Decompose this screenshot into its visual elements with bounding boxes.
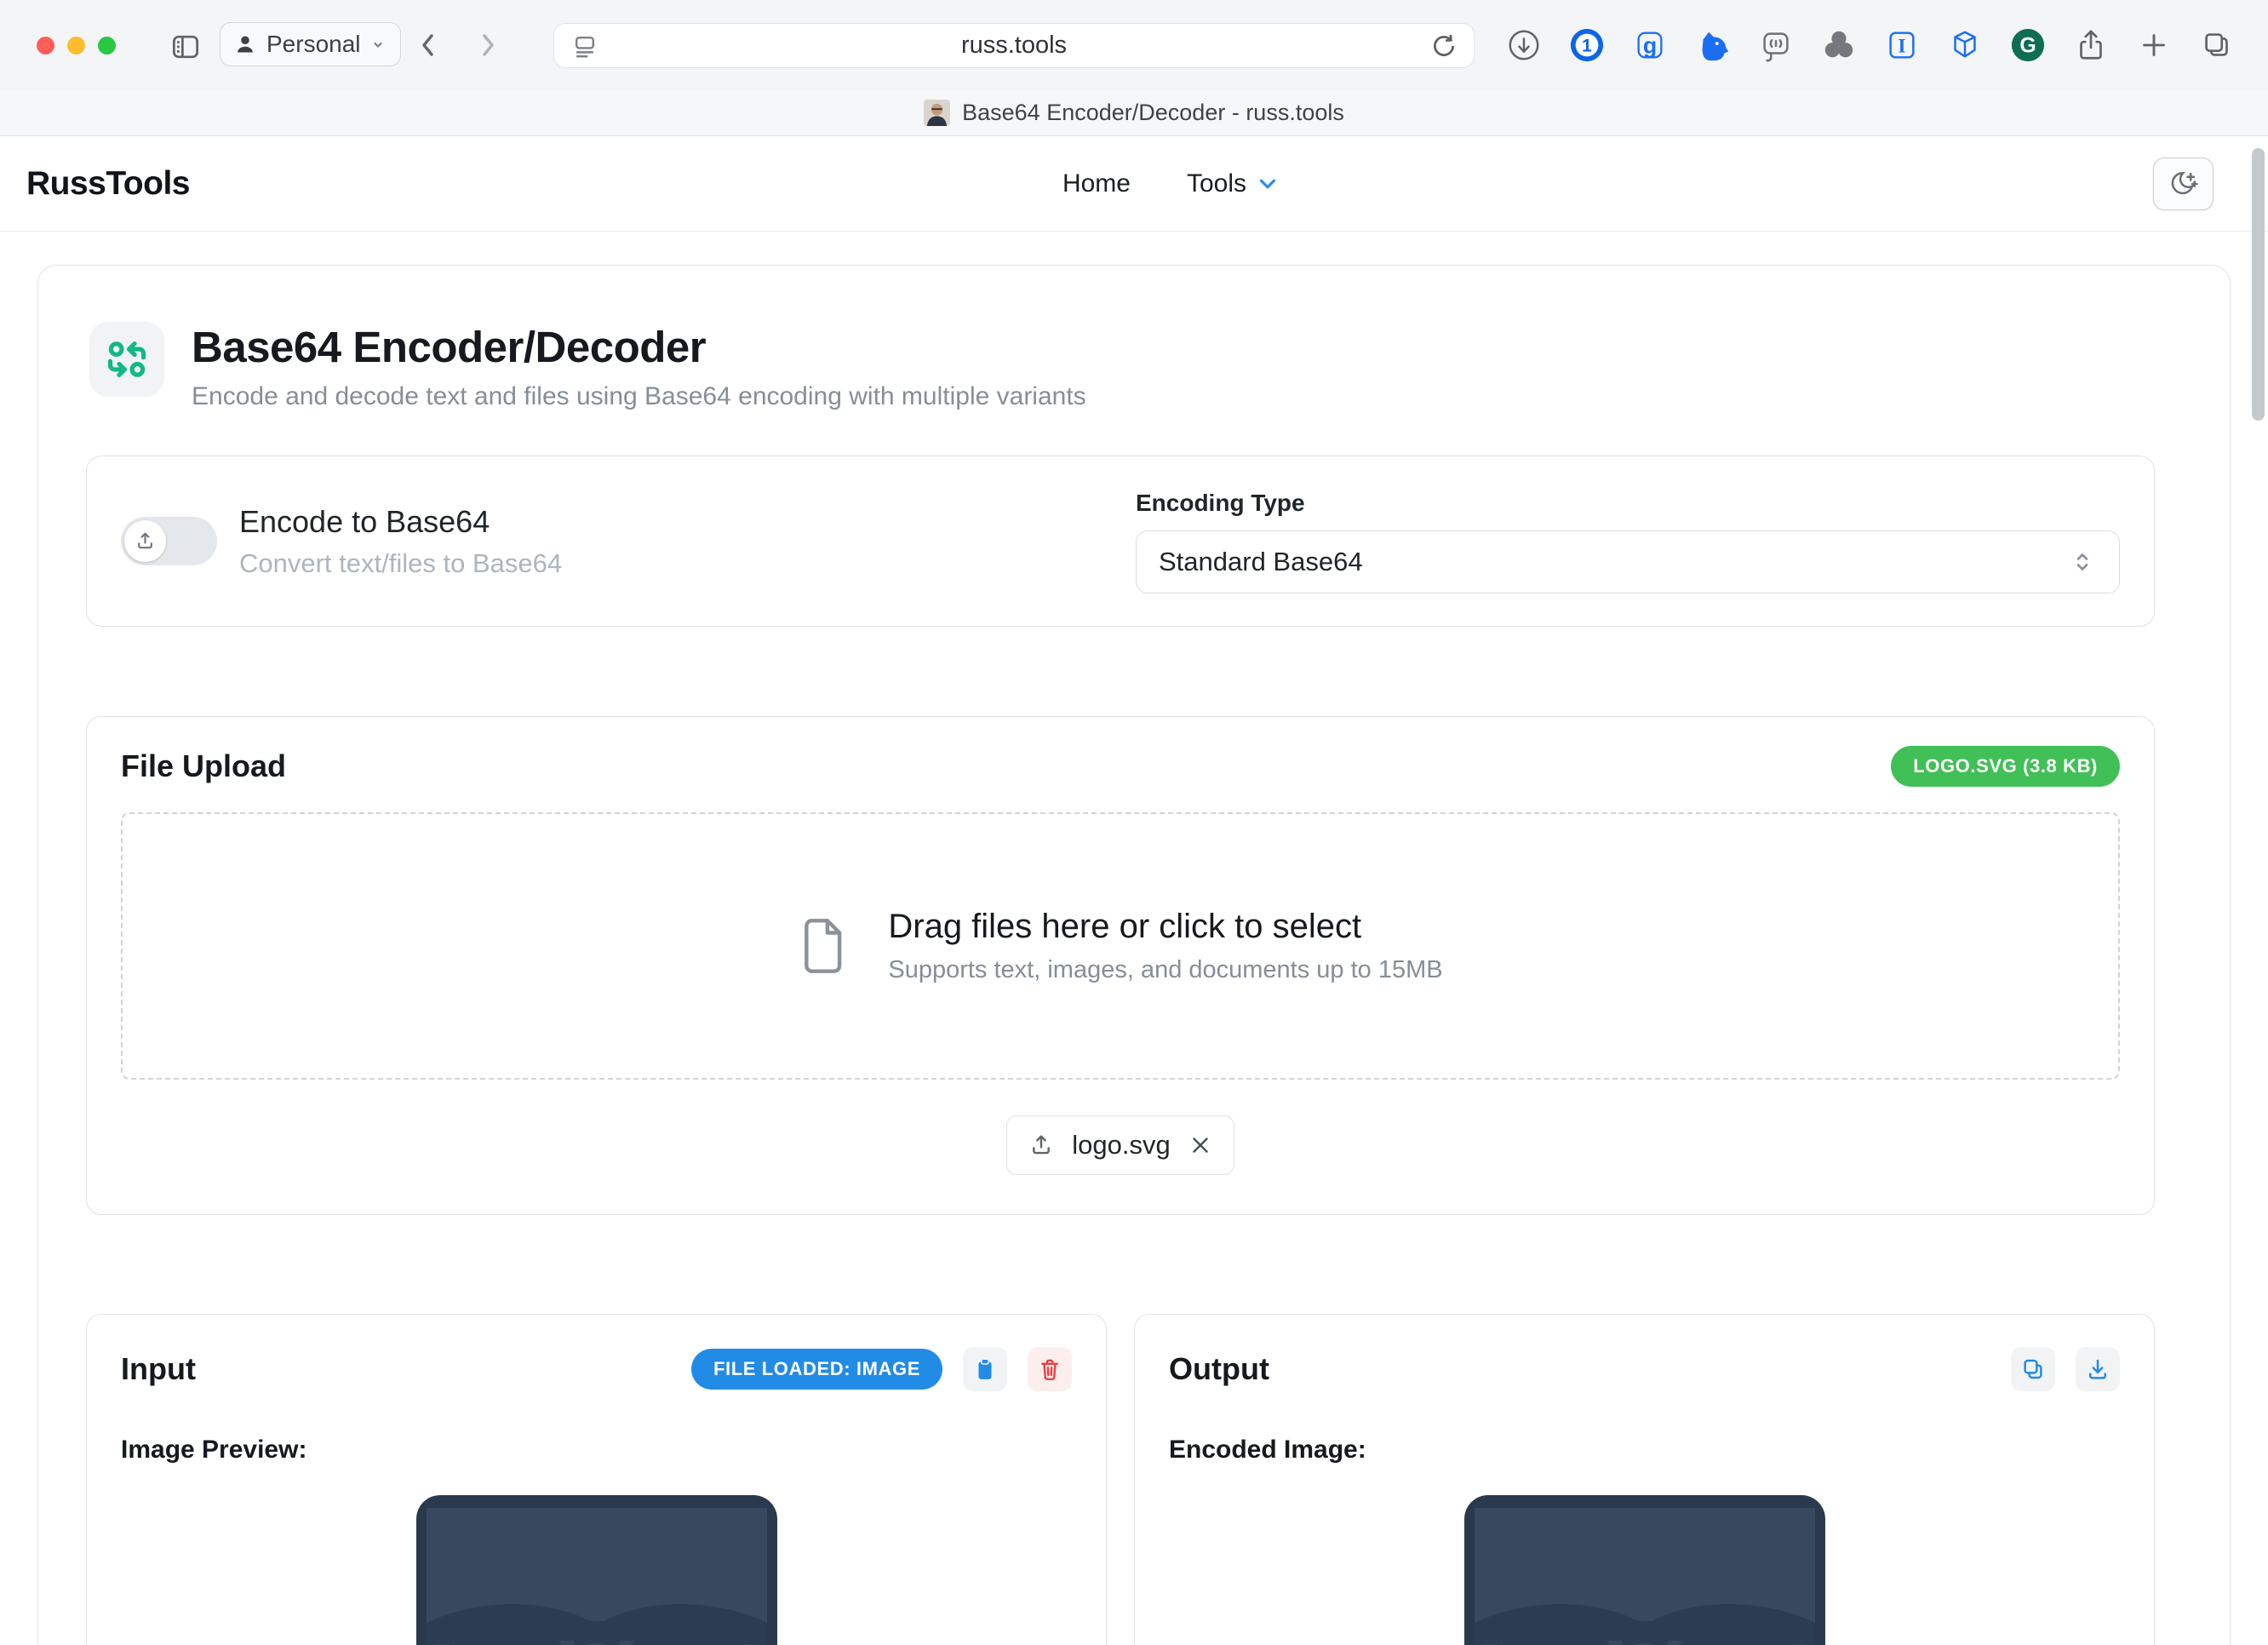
tab-title: Base64 Encoder/Decoder - russ.tools	[962, 100, 1344, 126]
site-header: RussTools Home Tools	[0, 136, 2268, 232]
zoom-window-button[interactable]	[98, 37, 116, 54]
encoding-type-block: Encoding Type Standard Base64	[1136, 490, 2120, 593]
encoding-type-select[interactable]: Standard Base64	[1136, 530, 2120, 593]
chevron-down-icon	[369, 36, 387, 53]
dropzone-texts: Drag files here or click to select Suppo…	[888, 908, 1442, 984]
window-controls[interactable]	[37, 37, 116, 54]
dropzone-subtitle: Supports text, images, and documents up …	[888, 956, 1442, 984]
dark-mode-toggle-button[interactable]	[2153, 158, 2214, 210]
g-extension-icon[interactable]: g	[1631, 26, 1669, 64]
url-text: russ.tools	[554, 32, 1474, 60]
grammarly-icon[interactable]: G	[2009, 26, 2047, 64]
encode-mode-toggle[interactable]	[121, 517, 217, 565]
logo-preview-image	[1464, 1495, 1825, 1645]
file-upload-card: File Upload LOGO.SVG (3.8 KB) Drag files…	[86, 716, 2155, 1215]
browser-toolbar: Personal russ.tools 1 g	[0, 0, 2268, 90]
trash-icon	[1037, 1356, 1062, 1382]
select-chevrons-icon	[2068, 547, 2097, 576]
address-bar[interactable]: russ.tools	[553, 23, 1475, 68]
close-window-button[interactable]	[37, 37, 54, 54]
clipboard-icon	[972, 1356, 998, 1382]
tool-title-row: Base64 Encoder/Decoder Encode and decode…	[89, 322, 2155, 411]
page-title: Base64 Encoder/Decoder	[192, 322, 1086, 372]
main-nav: Home Tools	[1062, 169, 1280, 198]
file-upload-title: File Upload	[121, 748, 286, 784]
input-image-preview	[121, 1495, 1072, 1645]
moon-icon	[2167, 167, 2201, 201]
copy-icon	[2020, 1356, 2046, 1382]
mode-title: Encode to Base64	[239, 504, 562, 540]
nav-tools-menu[interactable]: Tools	[1187, 169, 1280, 198]
mode-subtitle: Convert text/files to Base64	[239, 548, 562, 579]
upload-icon	[134, 530, 157, 553]
file-loaded-badge: LOGO.SVG (3.8 KB)	[1891, 746, 2120, 787]
upload-icon	[1028, 1132, 1055, 1159]
1password-icon[interactable]: 1	[1568, 26, 1606, 64]
nav-home-link[interactable]: Home	[1062, 169, 1131, 198]
nav-tools-label: Tools	[1187, 169, 1246, 198]
main-content-card: Base64 Encoder/Decoder Encode and decode…	[37, 265, 2231, 1645]
clear-input-button[interactable]	[1028, 1347, 1072, 1391]
brand-logo[interactable]: RussTools	[26, 165, 190, 203]
output-preview-label: Encoded Image:	[1169, 1436, 2120, 1464]
transform-icon	[89, 322, 164, 397]
tab-overview-icon[interactable]	[2198, 26, 2236, 64]
paste-button[interactable]	[963, 1347, 1007, 1391]
cube-extension-icon[interactable]	[1946, 26, 1984, 64]
input-status-badge: FILE LOADED: IMAGE	[691, 1349, 942, 1390]
download-output-button[interactable]	[2076, 1347, 2120, 1391]
instapaper-icon[interactable]: I	[1883, 26, 1921, 64]
output-title: Output	[1169, 1351, 1269, 1387]
minimize-window-button[interactable]	[67, 37, 85, 54]
tab-bar[interactable]: Base64 Encoder/Decoder - russ.tools	[0, 90, 2268, 136]
download-icon	[2085, 1356, 2110, 1382]
browser-chrome: Personal russ.tools 1 g	[0, 0, 2268, 136]
speech-bubble-extension-icon[interactable]	[1757, 26, 1795, 64]
profile-switcher[interactable]: Personal	[220, 22, 401, 66]
page-subtitle: Encode and decode text and files using B…	[192, 382, 1086, 411]
encoding-type-label: Encoding Type	[1136, 490, 2120, 517]
trefoil-extension-icon[interactable]	[1820, 26, 1858, 64]
svg-text:1: 1	[1582, 37, 1592, 56]
remove-file-icon[interactable]	[1188, 1132, 1213, 1158]
page-scrollbar[interactable]	[2252, 148, 2265, 421]
svg-text:G: G	[2019, 35, 2036, 58]
new-tab-icon[interactable]	[2135, 26, 2173, 64]
extension-icons: 1 g I G	[1505, 26, 2236, 64]
toggle-thumb	[124, 520, 166, 562]
forward-button[interactable]	[470, 27, 506, 63]
share-icon[interactable]	[2072, 26, 2110, 64]
input-preview-label: Image Preview:	[121, 1436, 1072, 1464]
input-output-grid: Input FILE LOADED: IMAGE Image Preview:	[86, 1314, 2155, 1645]
file-chip-label: logo.svg	[1072, 1130, 1170, 1161]
nav-home-label: Home	[1062, 169, 1131, 198]
sidebar-toggle-icon[interactable]	[167, 28, 204, 66]
mode-texts: Encode to Base64 Convert text/files to B…	[239, 504, 562, 579]
svg-text:g: g	[1643, 33, 1657, 59]
uploaded-file-chip[interactable]: logo.svg	[1006, 1115, 1234, 1175]
svg-text:I: I	[1899, 36, 1906, 57]
input-title: Input	[121, 1351, 196, 1387]
profile-label: Personal	[266, 31, 361, 58]
download-circle-icon[interactable]	[1505, 26, 1543, 64]
back-button[interactable]	[410, 27, 446, 63]
dog-extension-icon[interactable]	[1694, 26, 1732, 64]
person-icon	[232, 32, 258, 57]
tool-title-block: Base64 Encoder/Decoder Encode and decode…	[192, 322, 1086, 411]
document-icon	[798, 914, 850, 977]
encoding-type-value: Standard Base64	[1159, 547, 1363, 577]
logo-preview-image	[416, 1495, 777, 1645]
input-card: Input FILE LOADED: IMAGE Image Preview:	[86, 1314, 1107, 1645]
mode-card: Encode to Base64 Convert text/files to B…	[86, 456, 2155, 627]
dropzone-title: Drag files here or click to select	[888, 908, 1442, 946]
chevron-down-icon	[1255, 171, 1280, 197]
output-card: Output Encoded Image:	[1134, 1314, 2155, 1645]
tab-favicon	[924, 100, 950, 126]
output-image-preview	[1169, 1495, 2120, 1645]
file-dropzone[interactable]: Drag files here or click to select Suppo…	[121, 812, 2120, 1080]
copy-output-button[interactable]	[2011, 1347, 2055, 1391]
